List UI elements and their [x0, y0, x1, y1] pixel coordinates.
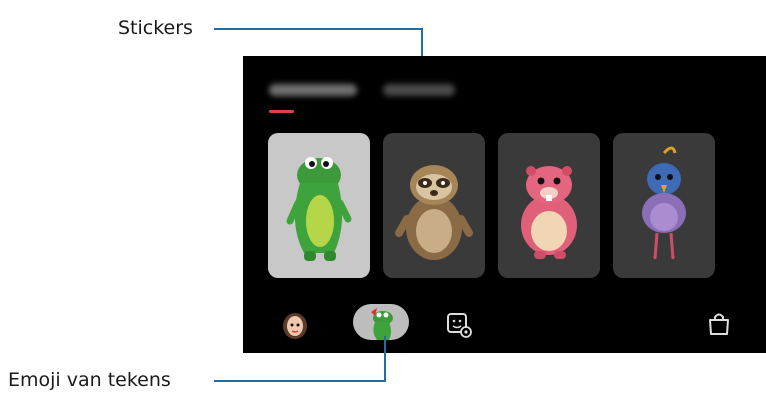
my-emoji-avatar-icon[interactable] — [281, 310, 309, 344]
character-card-sloth[interactable] — [383, 133, 485, 278]
bird-icon — [642, 146, 686, 260]
tab-selected-indicator — [269, 110, 294, 113]
sloth-icon — [395, 165, 473, 260]
callout-emoji-line-v — [384, 336, 386, 381]
tab-ar-emoji[interactable] — [269, 84, 357, 96]
dinosaur-small-icon — [371, 308, 393, 340]
store-bag-icon[interactable] — [706, 311, 732, 341]
tab-stickers[interactable] — [383, 84, 455, 96]
sticker-settings-icon[interactable] — [446, 312, 472, 342]
callout-emoji-line-h — [214, 380, 386, 382]
character-card-hamster[interactable] — [498, 133, 600, 278]
hamster-icon — [521, 166, 577, 259]
dinosaur-icon — [286, 157, 352, 261]
character-emoji-button[interactable] — [353, 304, 409, 340]
character-card-bird[interactable] — [613, 133, 715, 278]
character-card-dinosaur[interactable] — [268, 133, 370, 278]
emoji-picker-screen — [243, 56, 766, 353]
callout-stickers-line-h — [214, 28, 422, 30]
callout-emoji-label: Emoji van tekens — [8, 369, 171, 391]
callout-stickers-label: Stickers — [118, 17, 193, 39]
